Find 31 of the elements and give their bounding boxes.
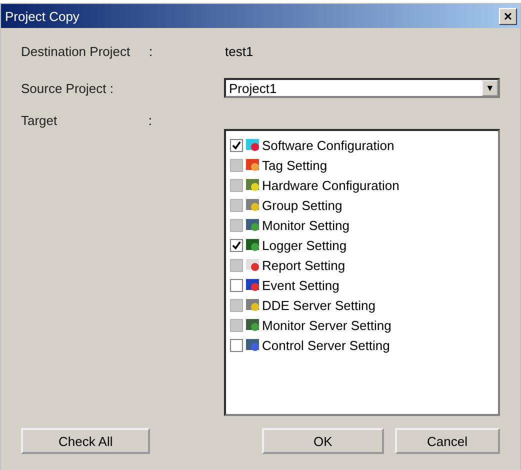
- target-label: Target: [21, 113, 58, 128]
- setting-icon: [245, 317, 261, 333]
- source-dropdown[interactable]: Project1 ▼: [224, 78, 500, 98]
- colon: :: [149, 44, 154, 58]
- target-item-label[interactable]: Control Server Setting: [262, 338, 390, 352]
- setting-icon: [245, 257, 261, 273]
- checkbox[interactable]: [230, 138, 243, 152]
- setting-icon: [245, 277, 261, 293]
- target-item-label[interactable]: Software Configuration: [262, 138, 394, 152]
- window-title: Project Copy: [5, 8, 80, 24]
- source-label: Source Project :: [21, 80, 114, 96]
- setting-icon: [245, 137, 261, 153]
- check-all-button[interactable]: Check All: [21, 428, 150, 454]
- target-item-label[interactable]: Event Setting: [262, 278, 340, 292]
- ok-button[interactable]: OK: [262, 428, 384, 454]
- setting-icon: [245, 177, 261, 193]
- close-button[interactable]: ×: [499, 8, 517, 24]
- cancel-button[interactable]: Cancel: [394, 428, 500, 454]
- setting-icon: [245, 157, 261, 173]
- setting-icon: [245, 237, 261, 253]
- target-item-label[interactable]: Logger Setting: [262, 238, 347, 252]
- setting-icon: [245, 337, 261, 353]
- checkbox[interactable]: [230, 238, 243, 252]
- setting-icon: [245, 297, 261, 313]
- setting-icon: [245, 197, 261, 213]
- checkbox[interactable]: [230, 278, 243, 292]
- destination-label: Destination Project: [21, 44, 132, 58]
- setting-icon: [245, 217, 261, 233]
- destination-value: test1: [225, 44, 254, 58]
- checkbox[interactable]: [230, 338, 243, 352]
- colon: :: [148, 113, 153, 128]
